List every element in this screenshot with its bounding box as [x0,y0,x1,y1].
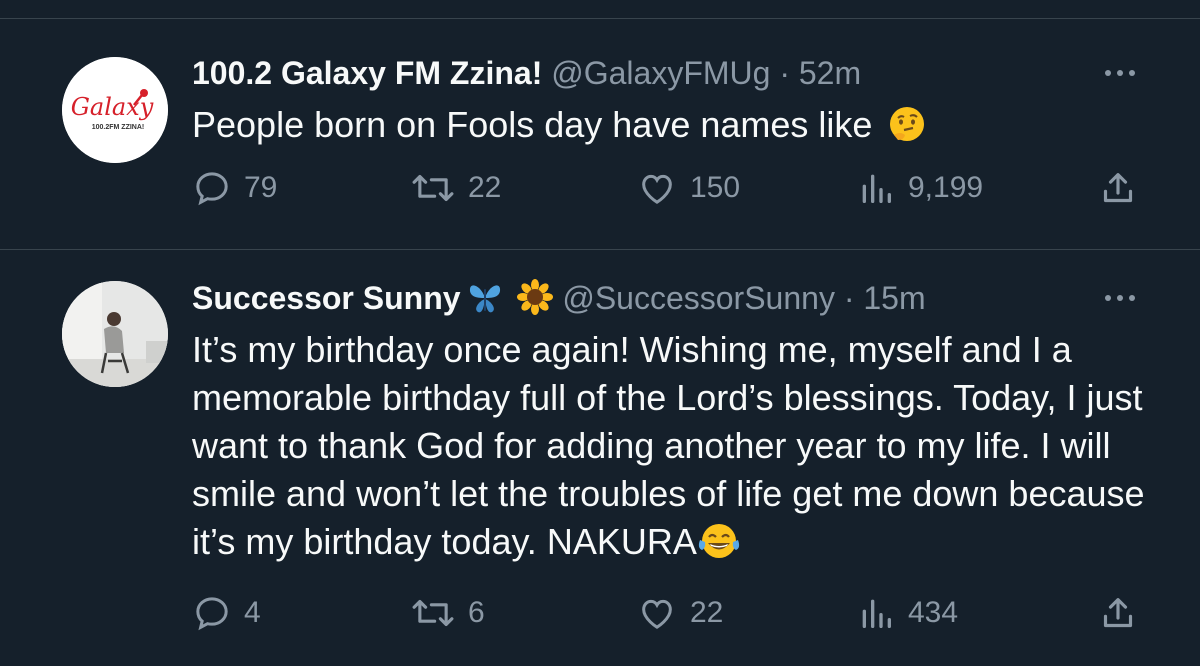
reply-count: 4 [244,596,261,629]
like-button[interactable]: 22 [636,590,723,636]
author-handle[interactable]: @GalaxyFMUg [551,55,770,91]
separator-dot: · [779,55,790,91]
author-handle[interactable]: @SuccessorSunny [562,280,835,316]
views-count: 434 [908,596,959,629]
thinking-face-emoji [888,105,926,155]
avatar[interactable] [62,281,168,387]
galaxy-fm-logo: Galaxy 100.2FM ZZINA! [62,57,168,163]
retweet-icon [412,174,454,202]
like-icon [642,174,672,204]
share-icon [1103,173,1133,203]
sunflower-emoji [517,279,554,324]
retweet-button[interactable]: 6 [410,590,485,636]
like-count: 150 [690,171,741,204]
like-button[interactable]: 150 [636,165,740,211]
tweet-successor-sunny[interactable]: Successor Sunny @SuccessorSunny · 15m It… [0,250,1200,666]
like-count: 22 [690,596,724,629]
reply-icon [196,597,228,631]
author-name[interactable]: 100.2 Galaxy FM Zzina! [192,55,542,91]
views-button[interactable]: 434 [856,590,958,636]
views-button[interactable]: 9,199 [856,165,983,211]
butterfly-emoji [467,281,503,324]
more-icon[interactable] [1100,53,1140,93]
views-icon [862,174,891,203]
avatar-photo [62,281,168,387]
tweet-header: 100.2 Galaxy FM Zzina! @GalaxyFMUg · 52m [192,53,1140,93]
more-icon[interactable] [1100,278,1140,318]
tweet-time[interactable]: 52m [799,55,861,91]
retweet-icon [412,599,454,627]
share-button[interactable] [1098,165,1138,211]
svg-text:100.2FM ZZINA!: 100.2FM ZZINA! [92,124,145,131]
reply-count: 79 [244,171,278,204]
avatar[interactable]: Galaxy 100.2FM ZZINA! [62,57,168,163]
tweet-text-content: It’s my birthday once again! Wishing me,… [192,329,1145,562]
reply-button[interactable]: 79 [192,165,277,211]
reply-icon [196,172,228,206]
retweet-count: 6 [468,596,485,629]
separator-dot: · [843,280,855,316]
views-icon [862,599,891,628]
views-count: 9,199 [908,171,984,204]
retweet-count: 22 [468,171,502,204]
tweet-text: People born on Fools day have names like [192,101,1152,155]
retweet-button[interactable]: 22 [410,165,501,211]
tweet-text-content: People born on Fools day have names like [192,104,873,145]
tweet-actions: 79 22 150 9,199 [192,165,1142,211]
tweet-galaxy-fm[interactable]: Galaxy 100.2FM ZZINA! 100.2 Galaxy FM Zz… [0,19,1200,250]
author-name[interactable]: Successor Sunny [192,280,461,316]
like-icon [642,599,672,629]
tweet-header: Successor Sunny @SuccessorSunny · 15m [192,278,1140,324]
share-button[interactable] [1098,590,1138,636]
top-divider [0,0,1200,19]
tweet-text: It’s my birthday once again! Wishing me,… [192,326,1152,572]
reply-button[interactable]: 4 [192,590,261,636]
tears-of-joy-emoji [697,522,741,572]
share-icon [1103,598,1133,628]
tweet-actions: 4 6 22 434 [192,590,1142,636]
tweet-time[interactable]: 15m [863,280,925,316]
